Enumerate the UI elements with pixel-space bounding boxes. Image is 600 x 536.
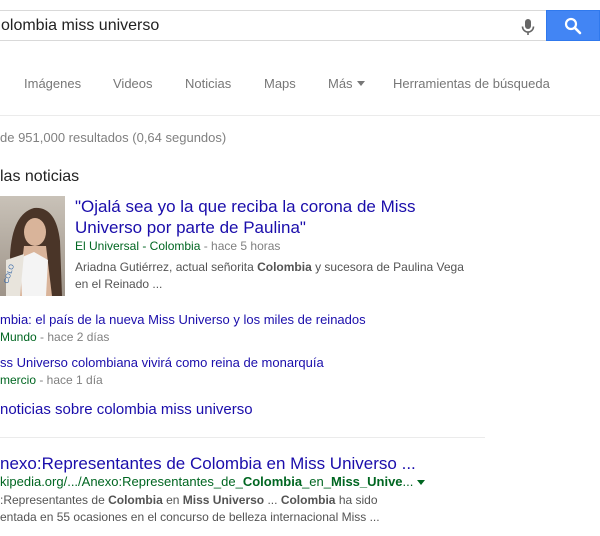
more-news-link[interactable]: noticias sobre colombia miss universo (0, 401, 253, 418)
snippet-highlight: Colombia (257, 260, 312, 274)
tabs-divider (0, 115, 600, 116)
snippet-text: :Representantes de (0, 493, 109, 507)
snippet-highlight: Colombia (280, 493, 336, 507)
search-box (0, 10, 546, 41)
result-snippet: :Representantes de Colombia en Miss Univ… (0, 492, 430, 526)
tab-imagenes[interactable]: Imágenes (24, 76, 81, 91)
url-part: kipedia.org/.../Anexo:Representantes_de_ (0, 474, 243, 489)
news-item-link[interactable]: ss Universo colombiana vivirá como reina… (0, 355, 324, 370)
news-item-link[interactable]: mbia: el país de la nueva Miss Universo … (0, 312, 366, 327)
snippet-highlight: Colombia (108, 493, 163, 507)
search-tabs: Imágenes Videos Noticias Maps Más Herram… (0, 70, 600, 100)
tab-noticias[interactable]: Noticias (185, 76, 231, 91)
snippet-text: entada en 55 ocasiones en el concurso de… (0, 510, 380, 524)
news-item-source-name: Mundo (0, 330, 37, 344)
news-photo: COLO (0, 196, 65, 296)
snippet-text: ha sido (335, 493, 378, 507)
news-section-title: las noticias (0, 168, 80, 185)
tab-maps[interactable]: Maps (264, 76, 296, 91)
search-button[interactable] (546, 10, 600, 41)
snippet-highlight: Miss Universo (182, 493, 265, 507)
snippet-text: ... (264, 493, 281, 507)
result-stats: de 951,000 resultados (0,64 segundos) (0, 130, 227, 145)
tab-mas-label: Más (328, 76, 353, 91)
top-news-snippet: Ariadna Gutiérrez, actual señorita Colom… (75, 259, 480, 293)
news-item-time: - hace 2 días (36, 330, 110, 344)
tab-videos[interactable]: Videos (113, 76, 153, 91)
news-item-source: Mundo - hace 2 días (0, 330, 109, 344)
snippet-text: en (162, 493, 183, 507)
url-highlight: Colombia (242, 474, 303, 489)
top-news-source: El Universal - Colombia - hace 5 horas (75, 239, 280, 253)
result-title-link[interactable]: nexo:Representantes de Colombia en Miss … (0, 454, 416, 474)
news-thumbnail-image[interactable]: COLO (0, 196, 65, 296)
search-input[interactable] (0, 11, 507, 40)
url-part: _en_ (302, 474, 331, 489)
news-item-source: mercio - hace 1 día (0, 373, 103, 387)
result-url: kipedia.org/.../Anexo:Representantes_de_… (0, 474, 426, 489)
microphone-icon[interactable] (518, 17, 538, 37)
tab-mas[interactable]: Más (328, 76, 365, 91)
snippet-text: Ariadna Gutiérrez, actual señorita (75, 260, 258, 274)
top-news-time: - hace 5 horas (200, 239, 281, 253)
top-news-title-link[interactable]: "Ojalá sea yo la que reciba la corona de… (75, 196, 475, 238)
top-news-source-name: El Universal - Colombia (75, 239, 201, 253)
search-tools-button[interactable]: Herramientas de búsqueda (393, 76, 550, 91)
url-highlight: Miss_Unive (331, 474, 403, 489)
search-header (0, 0, 600, 60)
section-divider (0, 437, 485, 438)
news-item-time: - hace 1 día (36, 373, 103, 387)
url-part: ... (402, 474, 414, 489)
url-menu-dropdown-icon[interactable] (417, 480, 426, 486)
chevron-down-icon (356, 81, 365, 87)
news-item-source-name: mercio (0, 373, 37, 387)
search-icon (564, 17, 582, 34)
